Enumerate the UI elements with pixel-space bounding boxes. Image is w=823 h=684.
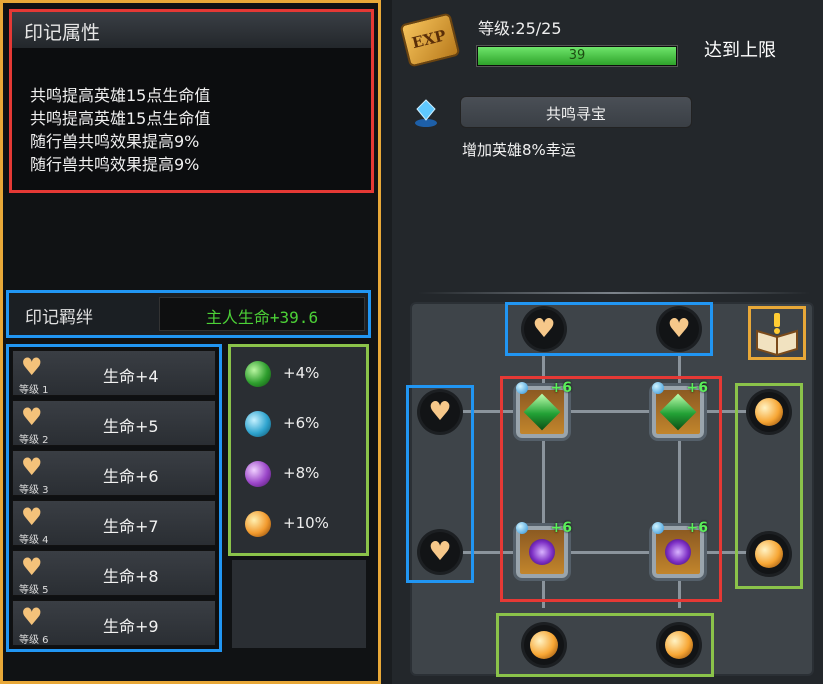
book-alert-button[interactable]: [748, 306, 806, 360]
level-row[interactable]: ♥ 等级 5 生命+8: [12, 550, 216, 596]
bond-bar: 印记羁绊 主人生命+39.6: [6, 290, 371, 338]
bond-value: 主人生命+39.6: [205, 308, 319, 327]
bonus-list: +4% +6% +8% +10%: [228, 344, 369, 556]
max-level-text: 达到上限: [704, 40, 776, 61]
level-row[interactable]: ♥ 等级 3 生命+6: [12, 450, 216, 496]
orb-slot[interactable]: [659, 625, 699, 665]
orange-orb-icon: [755, 540, 783, 568]
level-text: 等级:25/25: [478, 19, 562, 38]
gem-level: +6: [686, 380, 708, 396]
gem-level: +6: [686, 520, 708, 536]
heart-icon: ♥: [21, 353, 43, 381]
attribute-title-bar: 印记属性: [12, 12, 371, 48]
blue-gem-icon: [516, 522, 528, 534]
blue-gem-icon: [652, 382, 664, 394]
blue-gem-icon: [652, 522, 664, 534]
attribute-line: 共鸣提高英雄15点生命值: [30, 86, 211, 105]
luck-bonus-text: 增加英雄8%幸运: [462, 141, 576, 159]
heart-icon: ♥: [428, 397, 452, 427]
attribute-line: 共鸣提高英雄15点生命值: [30, 109, 211, 128]
exp-progress-value: 39: [568, 48, 586, 63]
attribute-box: 印记属性 共鸣提高英雄15点生命值 共鸣提高英雄15点生命值 随行兽共鸣效果提高…: [9, 9, 374, 193]
life-bonus: 生命+8: [103, 567, 159, 586]
orange-orb-icon: [665, 631, 693, 659]
level-row[interactable]: ♥ 等级 6 生命+9: [12, 600, 216, 646]
resonance-treasure-label: 共鸣寻宝: [545, 105, 606, 123]
level-label: 等级 5: [19, 585, 49, 596]
heart-icon: ♥: [532, 314, 556, 344]
heart-slot[interactable]: ♥: [420, 392, 460, 432]
green-gem-icon: [659, 393, 697, 431]
bonus-value: +10%: [283, 514, 329, 532]
bond-label: 印记羁绊: [25, 308, 93, 328]
level-list: ♥ 等级 1 生命+4 ♥ 等级 2 生命+5 ♥ 等级 3 生命+6 ♥ 等级…: [6, 344, 222, 652]
life-bonus: 生命+5: [103, 417, 159, 436]
life-bonus: 生命+4: [103, 367, 159, 386]
purple-gem-icon: [665, 539, 691, 565]
blue-gem-icon: [516, 382, 528, 394]
green-gem-icon: [523, 393, 561, 431]
gem-level: +6: [550, 520, 572, 536]
bonus-value: +8%: [283, 464, 320, 482]
book-icon: [756, 313, 798, 357]
gem-slot[interactable]: +6: [516, 380, 572, 438]
heart-icon: ♥: [667, 314, 691, 344]
level-label: 等级 4: [19, 535, 49, 546]
heart-slot[interactable]: ♥: [420, 532, 460, 572]
blue-orb-icon: [245, 411, 271, 437]
gem-slot[interactable]: +6: [516, 520, 572, 578]
bond-value-box: 主人生命+39.6: [159, 297, 365, 331]
attribute-line: 随行兽共鸣效果提高9%: [30, 132, 200, 151]
bonus-empty-area: [232, 560, 366, 648]
attribute-title: 印记属性: [24, 22, 101, 44]
gem-level: +6: [550, 380, 572, 396]
level-row[interactable]: ♥ 等级 2 生命+5: [12, 400, 216, 446]
bonus-value: +4%: [283, 364, 320, 382]
purple-gem-icon: [529, 539, 555, 565]
level-label: 等级 6: [19, 635, 49, 646]
heart-slot[interactable]: ♥: [659, 309, 699, 349]
life-bonus: 生命+6: [103, 467, 159, 486]
blue-gem-icon: [415, 99, 437, 127]
heart-icon: ♥: [21, 553, 43, 581]
heart-slot[interactable]: ♥: [524, 309, 564, 349]
level-label: 等级 1: [19, 385, 49, 396]
heart-icon: ♥: [21, 403, 43, 431]
heart-icon: ♥: [21, 453, 43, 481]
green-orb-icon: [245, 361, 271, 387]
life-bonus: 生命+9: [103, 617, 159, 636]
life-bonus: 生命+7: [103, 517, 159, 536]
gem-slot[interactable]: +6: [652, 520, 708, 578]
bonus-value: +6%: [283, 414, 320, 432]
divider-line: [418, 292, 810, 294]
resonance-treasure-button[interactable]: 共鸣寻宝: [460, 96, 692, 128]
level-row[interactable]: ♥ 等级 4 生命+7: [12, 500, 216, 546]
attribute-line: 随行兽共鸣效果提高9%: [30, 155, 200, 174]
level-label: 等级 2: [19, 435, 49, 446]
level-label: 等级 3: [19, 485, 49, 496]
purple-orb-icon: [245, 461, 271, 487]
heart-icon: ♥: [428, 537, 452, 567]
heart-icon: ♥: [21, 603, 43, 631]
orb-slot[interactable]: [749, 534, 789, 574]
orb-slot[interactable]: [524, 625, 564, 665]
heart-icon: ♥: [21, 503, 43, 531]
orange-orb-icon: [755, 398, 783, 426]
exp-badge-label: EXP: [410, 26, 448, 53]
exp-progress-bar: 39: [476, 45, 678, 67]
orange-orb-icon: [245, 511, 271, 537]
orb-slot[interactable]: [749, 392, 789, 432]
orange-orb-icon: [530, 631, 558, 659]
level-row[interactable]: ♥ 等级 1 生命+4: [12, 350, 216, 396]
gem-slot[interactable]: +6: [652, 380, 708, 438]
